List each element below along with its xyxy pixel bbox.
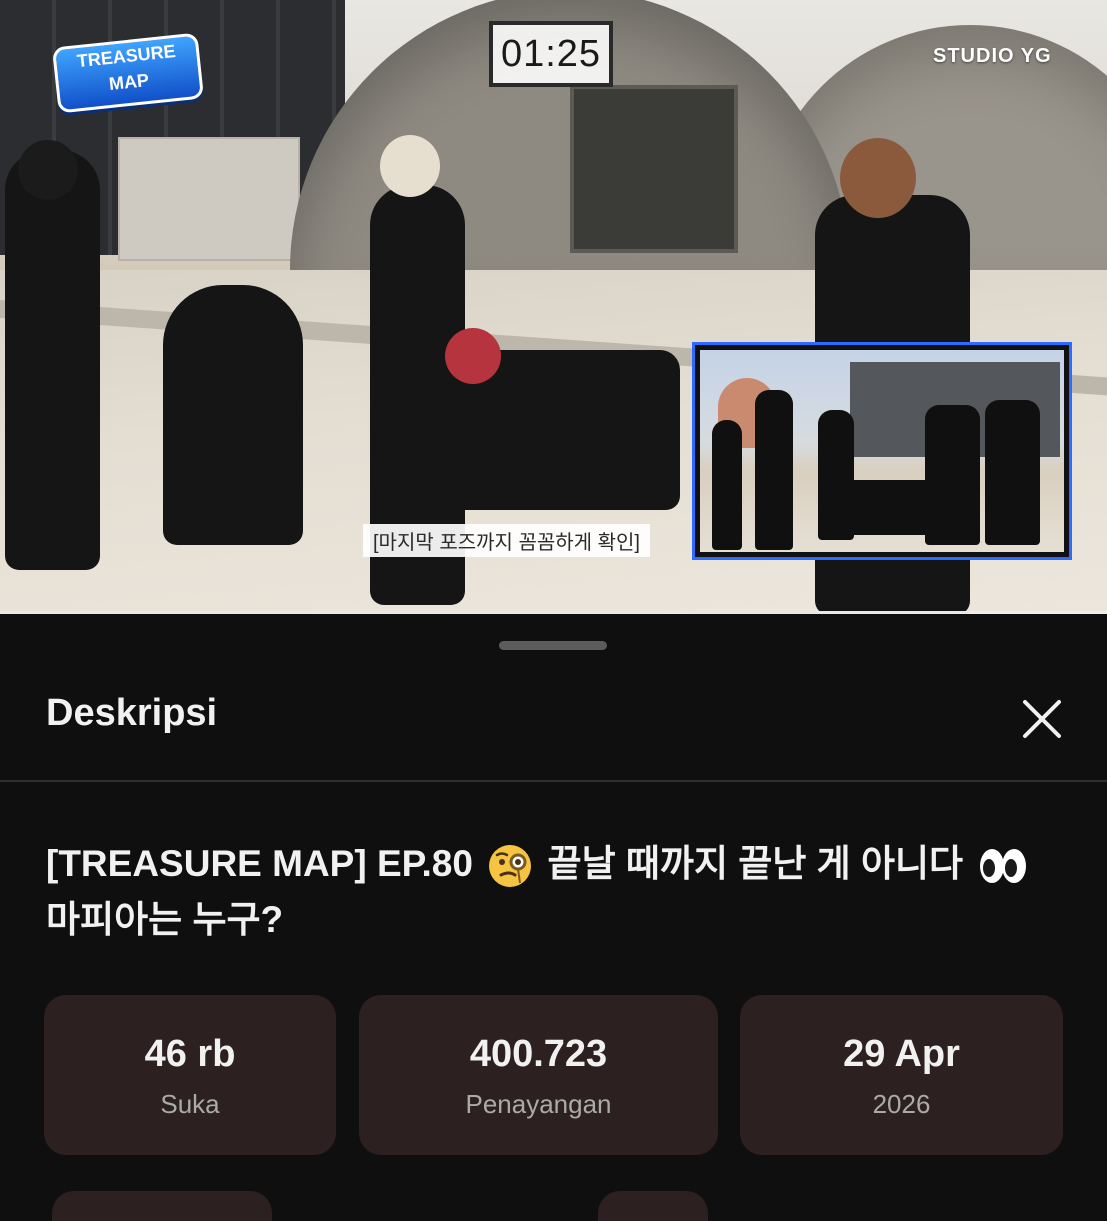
stat-value: 46 rb <box>144 1032 236 1075</box>
description-sheet: Deskripsi [TREASURE MAP] EP.80 끝날 때까지 끝난… <box>0 618 1107 1221</box>
video-title-text-part2: 끝날 때까지 끝난 게 아니다 <box>547 843 964 884</box>
stat-card-likes: 46 rb Suka <box>44 995 336 1155</box>
sheet-title: Deskripsi <box>46 692 218 734</box>
next-row-card <box>52 1191 272 1221</box>
video-person-3-head <box>380 135 440 197</box>
stat-value: 29 Apr <box>843 1032 960 1075</box>
video-timer: 01:25 <box>489 21 613 87</box>
video-scene-wall <box>118 137 300 261</box>
next-row-card <box>598 1191 708 1221</box>
video-title: [TREASURE MAP] EP.80 끝날 때까지 끝난 게 아니다 마피아… <box>46 836 1066 948</box>
video-title-text-part3: 마피아는 누구? <box>46 899 284 940</box>
stat-label: Suka <box>160 1088 220 1119</box>
video-progress-bar[interactable] <box>0 611 1107 614</box>
video-person-1 <box>5 150 100 570</box>
studio-yg-watermark: STUDIO YG <box>933 45 1052 67</box>
video-person-4-head <box>445 328 501 384</box>
inset-person <box>925 405 980 545</box>
stat-label: 2026 <box>872 1088 931 1119</box>
video-title-text-part1: [TREASURE MAP] EP.80 <box>46 843 473 884</box>
inset-person <box>755 390 793 550</box>
video-scene-door <box>570 85 738 253</box>
eyes-emoji-icon <box>980 849 1027 884</box>
stat-value: 400.723 <box>469 1032 608 1075</box>
video-inset-image <box>692 342 1072 560</box>
inset-person <box>985 400 1040 545</box>
video-person-1-head <box>18 140 78 200</box>
close-button[interactable] <box>1012 689 1072 749</box>
stat-label: Penayangan <box>465 1088 612 1119</box>
sheet-divider <box>0 780 1107 782</box>
stats-row: 46 rb Suka 400.723 Penayangan 29 Apr 202… <box>44 995 1064 1155</box>
video-player[interactable]: TREASURE MAP 01:25 STUDIO YG [마지막 포즈까지 꼼… <box>0 0 1107 614</box>
inset-person <box>712 420 742 550</box>
video-caption: [마지막 포즈까지 꼼꼼하게 확인] <box>363 524 650 557</box>
video-person-5-head <box>840 138 916 218</box>
monocle-face-emoji-icon <box>489 845 532 888</box>
video-progress-fill <box>0 611 969 614</box>
close-icon <box>1023 700 1061 738</box>
stat-card-views: 400.723 Penayangan <box>359 995 718 1155</box>
video-person-2 <box>163 285 303 545</box>
drag-handle[interactable] <box>499 641 607 650</box>
stat-card-date: 29 Apr 2026 <box>740 995 1063 1155</box>
